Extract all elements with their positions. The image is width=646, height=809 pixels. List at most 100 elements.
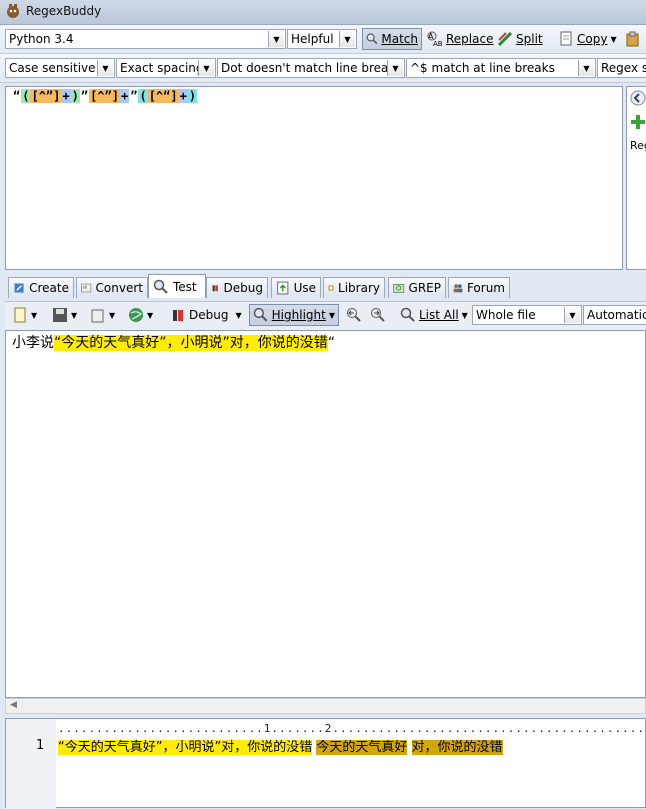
chevron-down-icon[interactable]: ▼ (564, 307, 580, 323)
horizontal-scrollbar[interactable]: ◀ (5, 698, 646, 714)
debug-label: Debug (189, 308, 229, 322)
chevron-down-icon[interactable]: ▼ (339, 31, 355, 47)
previous-match-button[interactable] (343, 304, 365, 326)
title-bar: RegexBuddy (0, 0, 646, 25)
convert-icon: ab (81, 283, 92, 293)
test-subject-editor[interactable]: 小李说“今天的天气真好”，小明说”对，你说的没错“ (5, 330, 646, 698)
create-icon (14, 283, 24, 293)
chevron-down-icon[interactable]: ▼ (198, 60, 214, 76)
regex-editor[interactable]: “([^”] +)” [^”] +”([^“] +) (5, 86, 623, 270)
helpfulness-select[interactable]: Helpful ▼ (287, 29, 357, 49)
regex-token: [^”] (30, 89, 62, 103)
back-icon[interactable] (630, 90, 646, 106)
scroll-left-icon[interactable]: ◀ (10, 700, 17, 710)
syntax-select[interactable]: Regex sy (597, 58, 646, 78)
subject-plain: 小李说 (12, 335, 54, 351)
tab-forum[interactable]: Forum (448, 277, 510, 298)
side-panel-label: Reg (630, 139, 646, 152)
web-button[interactable]: ▼ (125, 304, 156, 326)
dot-select[interactable]: Dot doesn't match line breaks ▼ (217, 58, 405, 78)
save-icon (53, 308, 67, 322)
match-button[interactable]: Match (362, 28, 422, 50)
options-toolbar: Case sensitive ▼ Exact spacing ▼ Dot doe… (0, 54, 646, 83)
test-toolbar: ▼ ▼ ▼ ▼ Debug ▼ Highlight ▼ List All ▼ W… (5, 301, 646, 330)
chevron-down-icon[interactable]: ▼ (387, 60, 403, 76)
replace-button[interactable]: A AB Replace (424, 28, 496, 50)
result-line[interactable]: “今天的天气真好”，小明说”对，你说的没错 今天的天气真好 对，你说的没错 (58, 736, 503, 755)
regex-text[interactable]: “([^”] +)” [^”] +”([^“] +) (12, 89, 198, 103)
case-select[interactable]: Case sensitive ▼ (5, 58, 115, 78)
subject-match-highlight: “今天的天气真好”，小明说”对，你说的没错 (54, 335, 328, 351)
copy-button[interactable]: Copy ▼ (555, 28, 620, 50)
tab-test[interactable]: Test (148, 274, 206, 298)
zoom-forward-icon (371, 308, 385, 322)
save-button[interactable]: ▼ (49, 304, 80, 326)
subject-text[interactable]: 小李说“今天的天气真好”，小明说”对，你说的没错“ (12, 332, 335, 352)
result-group-1: 今天的天气真好 (316, 740, 408, 755)
regex-token: ( (138, 89, 148, 103)
flavor-value: Python 3.4 (9, 32, 74, 46)
paste-icon (91, 309, 104, 323)
chevron-down-icon[interactable]: ▼ (268, 31, 284, 47)
mode-value: Automatic (587, 308, 646, 322)
line-gutter (6, 719, 56, 809)
regex-token: ( (21, 89, 31, 103)
tab-use[interactable]: Use (271, 277, 321, 298)
helpfulness-value: Helpful (291, 32, 334, 46)
scope-select[interactable]: Whole file ▼ (472, 305, 582, 325)
magnifier-icon (153, 279, 168, 294)
forum-icon (453, 284, 463, 293)
add-icon[interactable] (630, 114, 646, 130)
tab-grep[interactable]: GREP (388, 277, 446, 298)
subject-tail: “ (327, 335, 336, 351)
tab-label: Create (29, 281, 69, 295)
highlight-button[interactable]: Highlight ▼ (249, 304, 339, 326)
chevron-down-icon[interactable]: ▼ (578, 60, 594, 76)
chevron-down-icon: ▼ (147, 310, 154, 320)
chevron-down-icon: ▼ (328, 310, 335, 320)
globe-icon (129, 308, 143, 322)
chevron-down-icon: ▼ (461, 310, 468, 320)
match-label: Match (381, 32, 418, 46)
zoom-back-icon (347, 308, 361, 322)
new-button[interactable]: ▼ (9, 304, 40, 326)
magnifier-icon (400, 307, 415, 322)
split-icon (497, 31, 513, 47)
spacing-select[interactable]: Exact spacing ▼ (116, 58, 216, 78)
anchors-value: ^$ match at line breaks (410, 61, 555, 75)
chevron-down-icon: ▼ (109, 310, 116, 320)
mode-select[interactable]: Automatic (583, 305, 646, 325)
spacing-value: Exact spacing (120, 61, 204, 75)
svg-text:AB: AB (433, 40, 443, 47)
split-button[interactable]: Split (494, 28, 546, 50)
chevron-down-icon: ▼ (235, 310, 242, 320)
paste-button[interactable] (622, 28, 644, 50)
split-label: Split (516, 32, 543, 46)
library-icon (328, 285, 334, 291)
chevron-down-icon[interactable]: ▼ (97, 60, 113, 76)
tab-label: Debug (223, 281, 263, 295)
anchors-select[interactable]: ^$ match at line breaks ▼ (406, 58, 596, 78)
tab-debug[interactable]: Debug (206, 277, 268, 298)
debug-button[interactable]: Debug ▼ (167, 304, 245, 326)
result-group-2: 对，你说的没错 (411, 740, 503, 755)
list-all-button[interactable]: List All ▼ (397, 304, 471, 326)
column-ruler: ...........................1.......2....… (58, 722, 646, 735)
chevron-down-icon: ▼ (71, 310, 78, 320)
highlight-label: Highlight (271, 308, 326, 322)
tab-label: Convert (95, 281, 143, 295)
magnifier-icon (366, 33, 378, 45)
paste-icon (626, 31, 639, 47)
tab-label: Test (173, 279, 197, 294)
next-match-button[interactable] (367, 304, 389, 326)
use-icon (277, 281, 289, 295)
tab-library[interactable]: Library (323, 277, 385, 298)
tab-label: Forum (466, 281, 505, 295)
case-value: Case sensitive (9, 61, 96, 75)
dot-value: Dot doesn't match line breaks (221, 61, 402, 75)
clipboard-button[interactable]: ▼ (87, 304, 118, 326)
tab-convert[interactable]: ab Convert (76, 277, 148, 298)
magnifier-icon (253, 307, 268, 322)
flavor-select[interactable]: Python 3.4 ▼ (5, 29, 286, 49)
tab-create[interactable]: Create (8, 277, 74, 298)
